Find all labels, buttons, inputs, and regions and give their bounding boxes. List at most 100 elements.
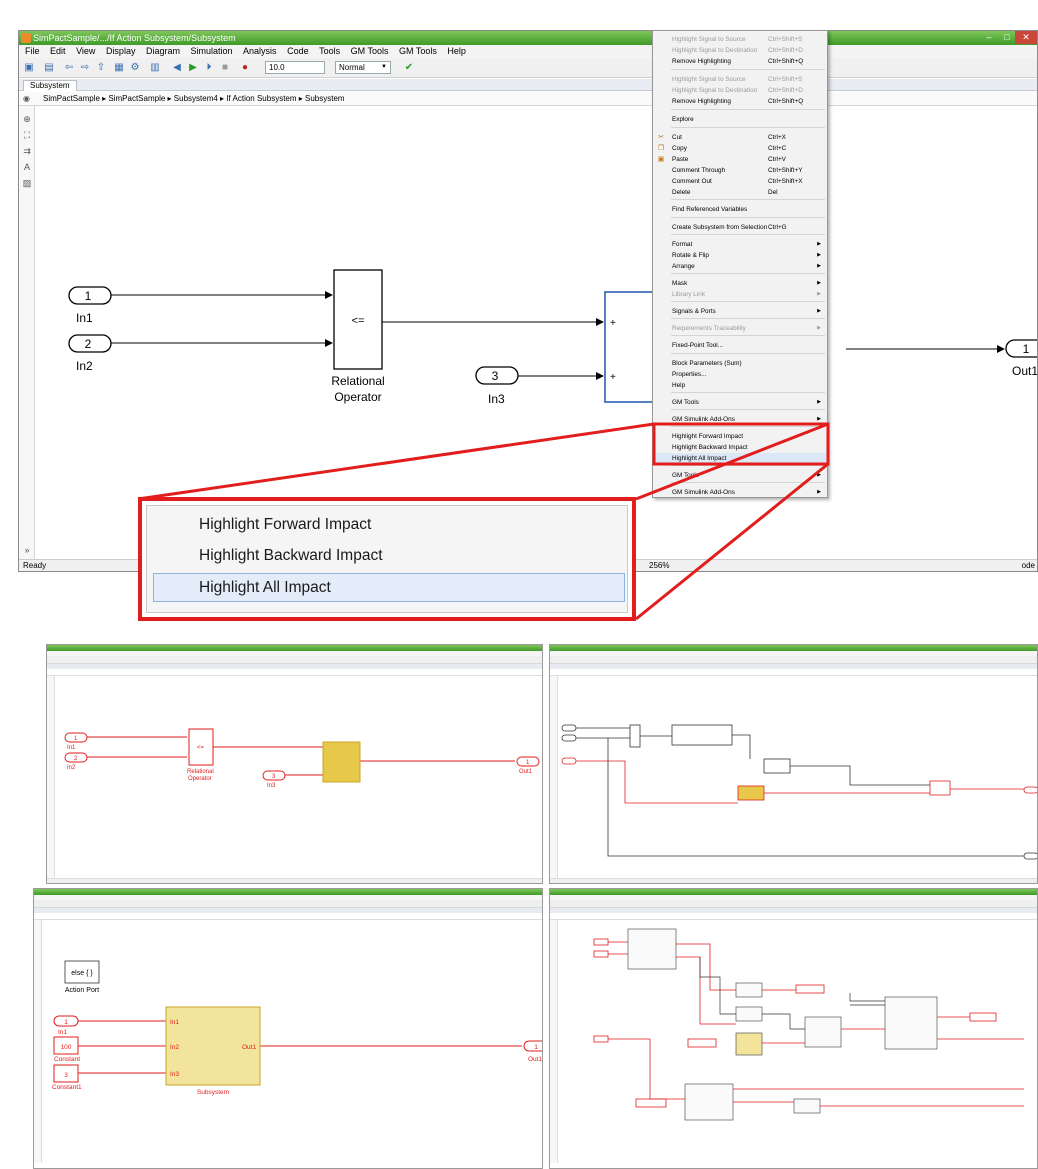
menu-item-signals-ports[interactable]: Signals & Ports ▶ xyxy=(653,306,827,317)
menu-item-properties[interactable]: Properties... xyxy=(653,369,827,380)
menu-item-gm-tools[interactable]: GM Tools ▶ xyxy=(653,397,827,408)
window-title: SimPactSample/.../If Action Subsystem/Su… xyxy=(33,33,236,43)
menu-diagram[interactable]: Diagram xyxy=(146,46,180,56)
menu-item-remove-highlighting[interactable]: Remove Highlighting Ctrl+Shift+Q xyxy=(653,56,827,67)
menu-item-cut[interactable]: ✂ Cut Ctrl+X xyxy=(653,132,827,143)
explorer-toggle-icon[interactable]: ◉ xyxy=(23,92,30,106)
menu-item-find-referenced-variables[interactable]: Find Referenced Variables xyxy=(653,204,827,215)
breadcrumb-item-4[interactable]: If Action Subsystem xyxy=(226,94,296,103)
stop-time-input[interactable]: 10.0 xyxy=(265,61,325,74)
simulation-mode-select[interactable]: Normal ▼ xyxy=(335,61,391,74)
thumb-a-in2-number: 2 xyxy=(74,756,78,762)
menu-item-highlight-signal-to-source[interactable]: Highlight Signal to Source Ctrl+Shift+S xyxy=(653,74,827,85)
menu-item-help[interactable]: Help xyxy=(653,380,827,391)
menu-item-shortcut: Ctrl+C xyxy=(768,145,787,152)
check-model-icon[interactable]: ✔ xyxy=(403,62,415,74)
menu-item-fixed-point-tool[interactable]: Fixed-Point Tool... xyxy=(653,340,827,351)
fit-view-icon[interactable]: ⛶ xyxy=(22,130,32,140)
breadcrumb-item-1[interactable]: SimPactSample xyxy=(43,94,100,103)
menu-item-comment-out[interactable]: Comment Out Ctrl+Shift+X xyxy=(653,176,827,187)
library-browser-icon[interactable]: ▦ xyxy=(113,62,125,74)
model-explorer-icon[interactable]: ▥ xyxy=(149,62,161,74)
simulation-mode-value: Normal xyxy=(339,63,365,72)
menu-gm-tools[interactable]: GM Tools xyxy=(351,46,389,56)
close-icon[interactable]: ✕ xyxy=(1015,31,1037,44)
menu-item-rotate-flip[interactable]: Rotate & Flip ▶ xyxy=(653,250,827,261)
menu-item-mask[interactable]: Mask ▶ xyxy=(653,278,827,289)
menu-item-highlight-signal-to-source[interactable]: Highlight Signal to Source Ctrl+Shift+S xyxy=(653,34,827,45)
menu-item-explore[interactable]: Explore xyxy=(653,114,827,125)
save-icon[interactable]: ▤ xyxy=(43,62,55,74)
thumb-a-in3-number: 3 xyxy=(272,774,276,780)
annotation-icon[interactable]: A xyxy=(22,162,32,172)
menu-analysis[interactable]: Analysis xyxy=(243,46,277,56)
menu-item-gm-simulink-add-ons[interactable]: GM Simulink Add-Ons ▶ xyxy=(653,414,827,425)
menu-item-create-subsystem-from-selection[interactable]: Create Subsystem from Selection Ctrl+G xyxy=(653,222,827,233)
tab-subsystem[interactable]: Subsystem xyxy=(23,80,77,91)
menu-gm-tools-2[interactable]: GM Tools xyxy=(399,46,437,56)
arrow-right-icon[interactable]: ⇉ xyxy=(22,146,32,156)
menu-simulation[interactable]: Simulation xyxy=(191,46,233,56)
up-arrow-icon[interactable]: ⇧ xyxy=(95,62,107,74)
breadcrumb-item-2[interactable]: SimPactSample xyxy=(108,94,165,103)
menu-item-paste[interactable]: ▣ Paste Ctrl+V xyxy=(653,154,827,165)
menu-item-highlight-forward-impact[interactable]: Highlight Forward Impact xyxy=(653,431,827,442)
menu-item-arrange[interactable]: Arrange ▶ xyxy=(653,261,827,272)
menu-file[interactable]: File xyxy=(25,46,40,56)
menu-view[interactable]: View xyxy=(76,46,95,56)
zoom-item-forward-impact[interactable]: Highlight Forward Impact xyxy=(199,510,371,540)
new-model-icon[interactable]: ▣ xyxy=(23,62,35,74)
inport-in1[interactable]: 1 In1 xyxy=(68,286,112,325)
menu-item-highlight-signal-to-destination[interactable]: Highlight Signal to Destination Ctrl+Shif… xyxy=(653,45,827,56)
run-icon[interactable]: ▶ xyxy=(187,62,199,74)
inport-in3[interactable]: 3 In3 xyxy=(475,366,519,406)
breadcrumb-item-5[interactable]: Subsystem xyxy=(305,94,345,103)
menu-item-gm-tools[interactable]: GM Tools ▶ xyxy=(653,470,827,481)
menu-item-block-parameters-sum[interactable]: Block Parameters (Sum) xyxy=(653,358,827,369)
expand-panel-icon[interactable]: » xyxy=(22,545,32,555)
image-icon[interactable]: ▨ xyxy=(22,178,32,188)
relational-operator-block[interactable]: <= Relational Operator xyxy=(331,269,385,404)
maximize-icon[interactable]: □ xyxy=(999,31,1015,44)
menu-display[interactable]: Display xyxy=(106,46,136,56)
menu-code[interactable]: Code xyxy=(287,46,309,56)
thumb-c-in1-number: 1 xyxy=(64,1019,68,1026)
step-back-icon[interactable]: ◀ xyxy=(171,62,183,74)
zoom-in-icon[interactable]: ⊕ xyxy=(22,114,32,124)
record-icon[interactable]: ● xyxy=(239,62,251,74)
menu-item-highlight-signal-to-destination[interactable]: Highlight Signal to Destination Ctrl+Shif… xyxy=(653,85,827,96)
zoom-item-all-impact[interactable]: Highlight All Impact xyxy=(199,573,331,603)
menu-item-copy[interactable]: ❐ Copy Ctrl+C xyxy=(653,143,827,154)
tab-strip: Subsystem xyxy=(19,79,1037,91)
zoom-item-backward-impact[interactable]: Highlight Backward Impact xyxy=(199,541,383,571)
menu-item-highlight-all-impact[interactable]: Highlight All Impact xyxy=(653,453,827,464)
step-forward-icon[interactable]: ⏵ xyxy=(203,62,215,74)
menu-item-label: Comment Through xyxy=(672,167,726,174)
inport-in2[interactable]: 2 In2 xyxy=(68,334,112,373)
menu-tools[interactable]: Tools xyxy=(319,46,340,56)
menu-item-library-link[interactable]: Library Link ▶ xyxy=(653,289,827,300)
outport-out1[interactable]: 1 Out1 xyxy=(1005,339,1038,378)
menu-item-highlight-backward-impact[interactable]: Highlight Backward Impact xyxy=(653,442,827,453)
menu-item-comment-through[interactable]: Comment Through Ctrl+Shift+Y xyxy=(653,165,827,176)
menu-edit[interactable]: Edit xyxy=(50,46,66,56)
diagram-canvas[interactable]: 1 In1 2 In2 <= Relational Operator 3 In3… xyxy=(36,107,1037,558)
stop-icon[interactable]: ■ xyxy=(219,62,231,74)
breadcrumb-item-3[interactable]: Subsystem4 xyxy=(174,94,218,103)
menu-item-delete[interactable]: Delete Del xyxy=(653,187,827,198)
settings-icon[interactable]: ⚙ xyxy=(129,62,141,74)
menu-separator xyxy=(671,109,825,110)
back-arrow-icon[interactable]: ⇦ xyxy=(63,62,75,74)
menu-help[interactable]: Help xyxy=(447,46,466,56)
menu-item-label: Fixed-Point Tool... xyxy=(672,342,724,349)
menu-item-remove-highlighting[interactable]: Remove Highlighting Ctrl+Shift+Q xyxy=(653,96,827,107)
menu-item-requirements-traceability[interactable]: Requirements Traceability ▶ xyxy=(653,323,827,334)
context-menu: Highlight Signal to Source Ctrl+Shift+S Hi… xyxy=(652,30,828,498)
minimize-icon[interactable]: – xyxy=(981,31,997,44)
paste-icon: ▣ xyxy=(657,156,665,163)
thumb-a-in3-label: In3 xyxy=(267,783,276,789)
menu-item-format[interactable]: Format ▶ xyxy=(653,239,827,250)
forward-arrow-icon[interactable]: ⇨ xyxy=(79,62,91,74)
menu-item-label: Library Link xyxy=(672,291,706,298)
menu-item-gm-simulink-add-ons[interactable]: GM Simulink Add-Ons ▶ xyxy=(653,487,827,498)
